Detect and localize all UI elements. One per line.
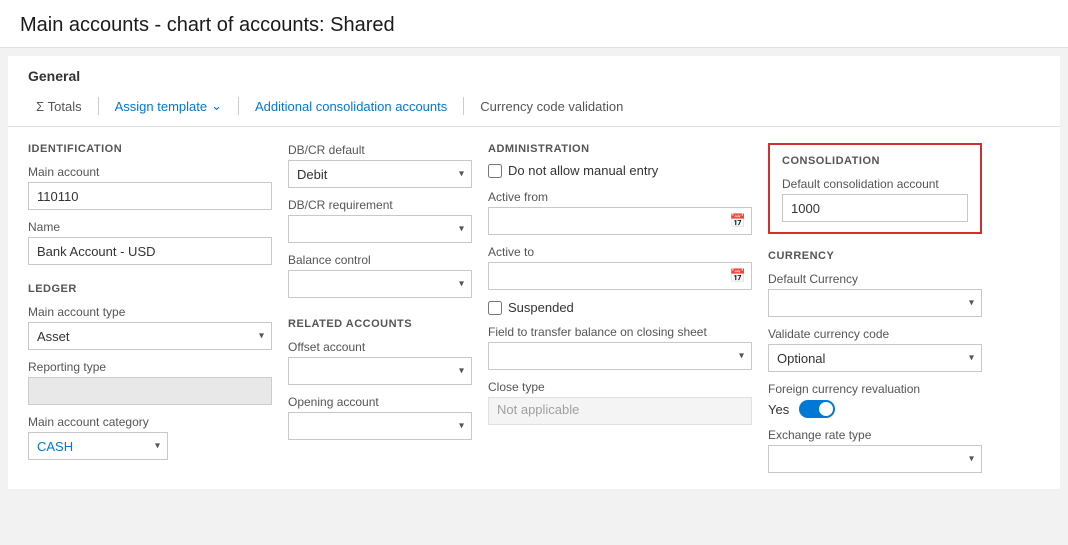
administration-group-label: ADMINISTRATION <box>488 143 752 155</box>
dbcr-default-select[interactable]: Debit Credit <box>288 160 472 188</box>
default-consolidation-input[interactable] <box>782 194 968 222</box>
foreign-revaluation-row: Yes <box>768 400 982 418</box>
name-input[interactable] <box>28 237 272 265</box>
dbcr-requirement-label: DB/CR requirement <box>288 198 472 212</box>
totals-label: Σ Totals <box>36 99 82 114</box>
active-to-wrapper: 📅 <box>488 262 752 290</box>
col-administration: ADMINISTRATION Do not allow manual entry… <box>488 143 768 473</box>
toggle-track <box>799 400 835 418</box>
toolbar-separator-1 <box>98 97 99 115</box>
field-transfer-wrapper: ▾ <box>488 342 752 370</box>
validate-currency-label: Validate currency code <box>768 327 982 341</box>
main-account-label: Main account <box>28 165 272 179</box>
exchange-rate-type-label: Exchange rate type <box>768 428 982 442</box>
suspended-label: Suspended <box>508 300 574 315</box>
offset-account-select[interactable] <box>288 357 472 385</box>
main-account-category-select[interactable]: CASH AR AP OTHER <box>28 432 168 460</box>
toggle-thumb <box>819 402 833 416</box>
page-title: Main accounts - chart of accounts: Share… <box>20 14 1048 37</box>
assign-template-chevron: ⌄ <box>211 98 222 114</box>
col-dbcr-related: DB/CR default Debit Credit ▾ DB/CR requi… <box>288 143 488 473</box>
page-header: Main accounts - chart of accounts: Share… <box>0 0 1068 48</box>
col-consolidation-currency: CONSOLIDATION Default consolidation acco… <box>768 143 998 473</box>
toolbar-additional-consolidation[interactable]: Additional consolidation accounts <box>247 95 455 118</box>
opening-account-wrapper: ▾ <box>288 412 472 440</box>
active-from-label: Active from <box>488 190 752 204</box>
default-currency-label: Default Currency <box>768 272 982 286</box>
foreign-revaluation-yes-label: Yes <box>768 402 789 417</box>
currency-code-label: Currency code validation <box>480 99 623 114</box>
suspended-checkbox[interactable] <box>488 301 502 315</box>
field-transfer-label: Field to transfer balance on closing she… <box>488 325 752 339</box>
name-label: Name <box>28 220 272 234</box>
main-account-type-select[interactable]: Asset Liability Equity Revenue Expense <box>28 322 272 350</box>
related-accounts-group-label: RELATED ACCOUNTS <box>288 318 472 330</box>
toolbar: Σ Totals Assign template ⌄ Additional co… <box>8 90 1060 127</box>
default-consolidation-label: Default consolidation account <box>782 177 968 191</box>
ledger-group-label: LEDGER <box>28 283 272 295</box>
foreign-revaluation-toggle[interactable] <box>799 400 835 418</box>
active-from-wrapper: 📅 <box>488 207 752 235</box>
active-from-input[interactable] <box>488 207 752 235</box>
foreign-revaluation-label: Foreign currency revaluation <box>768 382 982 396</box>
toolbar-totals[interactable]: Σ Totals <box>28 95 90 118</box>
active-to-input[interactable] <box>488 262 752 290</box>
opening-account-select[interactable] <box>288 412 472 440</box>
consolidation-box: CONSOLIDATION Default consolidation acco… <box>768 143 982 234</box>
additional-consolidation-label: Additional consolidation accounts <box>255 99 447 114</box>
reporting-type-label: Reporting type <box>28 360 272 374</box>
dbcr-default-label: DB/CR default <box>288 143 472 157</box>
toolbar-separator-3 <box>463 97 464 115</box>
toolbar-separator-2 <box>238 97 239 115</box>
default-currency-wrapper: ▾ <box>768 289 982 317</box>
suspended-row: Suspended <box>488 300 752 315</box>
active-to-label: Active to <box>488 245 752 259</box>
main-account-category-label: Main account category <box>28 415 272 429</box>
do-not-allow-label: Do not allow manual entry <box>508 163 658 178</box>
col-identification-ledger: IDENTIFICATION Main account Name LEDGER … <box>28 143 288 473</box>
balance-control-wrapper: Debit Credit ▾ <box>288 270 472 298</box>
main-account-input[interactable] <box>28 182 272 210</box>
main-account-type-label: Main account type <box>28 305 272 319</box>
exchange-rate-type-select[interactable] <box>768 445 982 473</box>
content-area: General Σ Totals Assign template ⌄ Addit… <box>8 56 1060 489</box>
validate-currency-select[interactable]: Optional Yes No <box>768 344 982 372</box>
balance-control-select[interactable]: Debit Credit <box>288 270 472 298</box>
default-currency-select[interactable] <box>768 289 982 317</box>
do-not-allow-row: Do not allow manual entry <box>488 163 752 178</box>
main-account-type-wrapper: Asset Liability Equity Revenue Expense ▾ <box>28 322 272 350</box>
close-type-label: Close type <box>488 380 752 394</box>
toolbar-currency-code[interactable]: Currency code validation <box>472 95 631 118</box>
consolidation-group-label: CONSOLIDATION <box>782 155 968 167</box>
validate-currency-wrapper: Optional Yes No ▾ <box>768 344 982 372</box>
toolbar-assign-template[interactable]: Assign template ⌄ <box>107 94 230 118</box>
main-account-category-wrapper: CASH AR AP OTHER ▾ <box>28 432 168 460</box>
offset-account-wrapper: ▾ <box>288 357 472 385</box>
currency-group-label: CURRENCY <box>768 250 982 262</box>
exchange-rate-type-wrapper: ▾ <box>768 445 982 473</box>
dbcr-requirement-wrapper: Debit Credit ▾ <box>288 215 472 243</box>
section-label: General <box>8 56 1060 90</box>
balance-control-label: Balance control <box>288 253 472 267</box>
offset-account-label: Offset account <box>288 340 472 354</box>
identification-group-label: IDENTIFICATION <box>28 143 272 155</box>
dbcr-default-wrapper: Debit Credit ▾ <box>288 160 472 188</box>
field-transfer-select[interactable] <box>488 342 752 370</box>
dbcr-requirement-select[interactable]: Debit Credit <box>288 215 472 243</box>
close-type-display: Not applicable <box>488 397 752 425</box>
form-grid: IDENTIFICATION Main account Name LEDGER … <box>8 127 1060 489</box>
assign-template-label: Assign template <box>115 99 208 114</box>
do-not-allow-checkbox[interactable] <box>488 164 502 178</box>
reporting-type-display <box>28 377 272 405</box>
opening-account-label: Opening account <box>288 395 472 409</box>
